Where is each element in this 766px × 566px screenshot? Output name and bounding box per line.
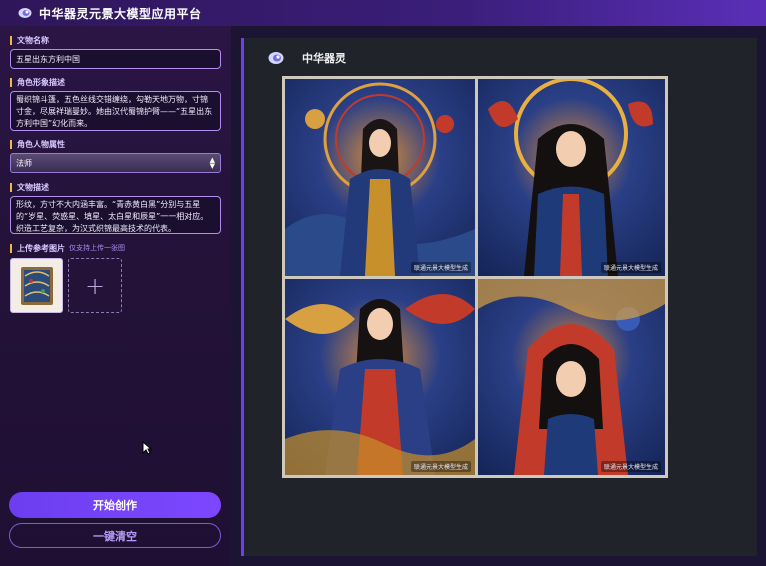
panel-title: 中华器灵	[302, 52, 346, 65]
generated-image-4[interactable]: 联通元景大模型生成	[478, 279, 665, 475]
portrait-art-icon	[478, 279, 665, 475]
generated-image-3[interactable]: 联通元景大模型生成	[285, 279, 475, 475]
character-attr-select[interactable]: 法师 ▲ ▼	[10, 153, 221, 173]
panel-logo-icon	[268, 52, 284, 64]
generated-image-2[interactable]: 联通元景大模型生成	[478, 79, 665, 276]
uploaded-image-thumbnail[interactable]	[10, 258, 63, 313]
mouse-cursor-icon	[142, 441, 152, 455]
image-caption: 联通元景大模型生成	[410, 262, 471, 273]
artifact-name-label: 文物名称	[10, 36, 221, 45]
artifact-desc-textarea[interactable]: 形纹，方寸不大内涵丰富。“青赤黄白黑”分别与五星的“岁星、荧惑星、填星、太白星和…	[10, 196, 221, 234]
portrait-art-icon	[285, 82, 475, 276]
result-panel: 中华器灵 联通元景大模型生成 联通元景大模型生成 联通元景大模型生成 联通元景大…	[241, 38, 757, 556]
artifact-name-input[interactable]: 五星出东方利中国	[10, 49, 221, 69]
image-caption: 联通元景大模型生成	[600, 461, 661, 472]
character-attr-label: 角色人物属性	[10, 140, 221, 149]
sidebar: 文物名称 五星出东方利中国 角色形象描述 蜀织锦斗篷，五色丝线交错缠绕，勾勒天地…	[0, 26, 231, 566]
app-title: 中华器灵元景大模型应用平台	[39, 6, 202, 21]
top-bar: 中华器灵元景大模型应用平台	[0, 0, 766, 26]
app-logo-icon	[18, 8, 32, 18]
portrait-art-icon	[285, 294, 475, 475]
upload-label: 上传参考图片 仅支持上传一张图	[10, 244, 221, 253]
upload-hint: 仅支持上传一张图	[69, 244, 125, 252]
image-caption: 联通元景大模型生成	[410, 461, 471, 472]
generated-image-1[interactable]: 联通元景大模型生成	[285, 79, 475, 276]
artifact-desc-label: 文物描述	[10, 183, 221, 192]
portrait-art-icon	[488, 79, 653, 276]
generated-image-grid: 联通元景大模型生成 联通元景大模型生成 联通元景大模型生成 联通元景大模型生成	[282, 76, 668, 478]
image-caption: 联通元景大模型生成	[600, 262, 661, 273]
select-arrows-icon: ▲ ▼	[209, 156, 215, 170]
clear-all-button[interactable]: 一键清空	[9, 523, 221, 548]
plus-icon: +	[84, 271, 106, 300]
start-create-button[interactable]: 开始创作	[9, 492, 221, 518]
brocade-artifact-icon	[20, 266, 53, 305]
character-desc-textarea[interactable]: 蜀织锦斗篷，五色丝线交错缠绕，勾勒天地万物，寸锦寸金，尽展祥瑞曼妙。她由汉代蜀锦…	[10, 91, 221, 131]
add-image-button[interactable]: +	[68, 258, 122, 313]
character-desc-label: 角色形象描述	[10, 78, 221, 87]
